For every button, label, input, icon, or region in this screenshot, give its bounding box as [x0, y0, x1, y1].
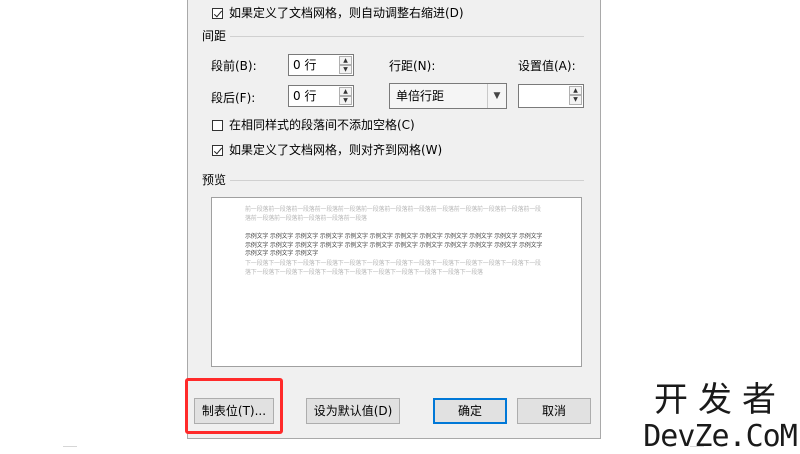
after-decrement-button[interactable]: ▼: [339, 96, 352, 105]
tabs-button-highlight: [185, 378, 283, 434]
left-edge-mark: [63, 446, 77, 447]
snap-to-grid-checkbox[interactable]: [212, 145, 223, 156]
preview-box: 前一段落前一段落前一段落前一段落前一段落前一段落前一段落前一段落前一段落前一段落…: [211, 197, 582, 367]
after-label: 段后(F):: [211, 91, 256, 105]
line-spacing-select[interactable]: 单倍行距 ▼: [389, 83, 507, 109]
chevron-down-icon[interactable]: ▼: [487, 84, 506, 108]
auto-adjust-indent-checkbox[interactable]: [212, 8, 223, 19]
spacing-section-title: 间距: [202, 29, 227, 43]
before-decrement-button[interactable]: ▼: [339, 65, 352, 74]
line-spacing-value: 单倍行距: [396, 89, 445, 103]
no-space-same-style-checkbox[interactable]: [212, 120, 223, 131]
preview-section-title: 预览: [202, 173, 227, 187]
after-increment-button[interactable]: ▲: [339, 87, 352, 96]
watermark-logo: 开发者 DevZe.CoM: [640, 380, 800, 454]
ok-button[interactable]: 确定: [433, 398, 507, 424]
spacing-separator: [230, 36, 584, 37]
cancel-button[interactable]: 取消: [517, 398, 591, 424]
set-value-increment-button[interactable]: ▲: [569, 86, 582, 95]
set-default-button[interactable]: 设为默认值(D): [306, 398, 400, 424]
watermark-line-1: 开发者: [654, 380, 786, 420]
preview-previous-paragraph: 前一段落前一段落前一段落前一段落前一段落前一段落前一段落前一段落前一段落前一段落…: [245, 206, 541, 222]
before-spinner[interactable]: 0 行 ▲ ▼: [288, 54, 354, 76]
line-spacing-label: 行距(N):: [389, 59, 436, 73]
snap-to-grid-label: 如果定义了文档网格，则对齐到网格(W): [229, 143, 443, 157]
set-value-label: 设置值(A):: [518, 59, 576, 73]
before-increment-button[interactable]: ▲: [339, 56, 352, 65]
preview-separator: [230, 180, 584, 181]
set-value-decrement-button[interactable]: ▼: [569, 95, 582, 105]
before-label: 段前(B):: [211, 59, 257, 73]
auto-adjust-indent-label: 如果定义了文档网格，则自动调整右缩进(D): [229, 6, 464, 20]
preview-next-paragraph: 下一段落下一段落下一段落下一段落下一段落下一段落下一段落下一段落下一段落下一段落…: [245, 260, 541, 276]
no-space-same-style-label: 在相同样式的段落间不添加空格(C): [229, 118, 415, 132]
after-spinner[interactable]: 0 行 ▲ ▼: [288, 85, 354, 107]
paragraph-dialog: 如果定义了文档网格，则自动调整右缩进(D) 间距 段前(B): 0 行 ▲ ▼ …: [187, 0, 601, 439]
preview-sample-text: 示例文字 示例文字 示例文字 示例文字 示例文字 示例文字 示例文字 示例文字 …: [245, 233, 543, 257]
before-value: 0 行: [293, 58, 317, 72]
after-value: 0 行: [293, 89, 317, 103]
set-value-spinner[interactable]: ▲ ▼: [518, 84, 584, 108]
watermark-line-2: DevZe.CoM: [643, 419, 798, 454]
